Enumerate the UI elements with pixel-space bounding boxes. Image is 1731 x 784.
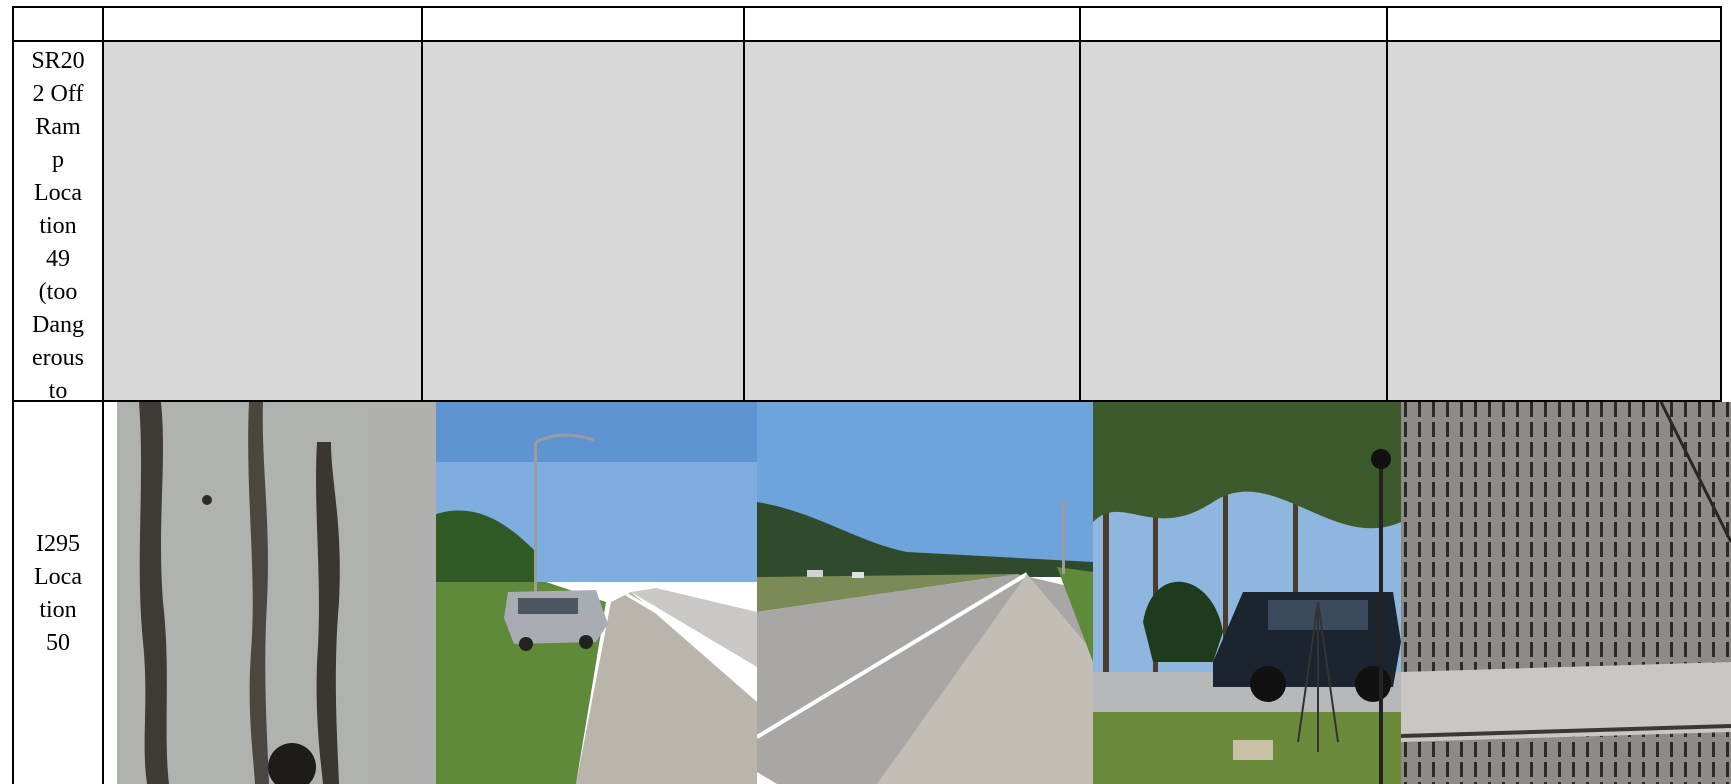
table-border	[12, 6, 1721, 8]
shaded-cell	[104, 42, 421, 400]
pavement-grooves-closeup-photo	[117, 402, 436, 784]
table-border	[743, 6, 745, 402]
shaded-cell	[1081, 42, 1386, 400]
tined-concrete-closeup-photo	[1401, 402, 1731, 784]
shaded-cell	[1388, 42, 1722, 400]
table-border	[421, 6, 423, 402]
roadside-shoulder-car-photo	[436, 402, 757, 784]
highway-lanes-photo	[757, 402, 1093, 784]
table-border	[1386, 6, 1388, 402]
table-border	[12, 6, 14, 784]
table-border	[12, 40, 1721, 42]
table-border	[1079, 6, 1081, 402]
row-label-i295-location-50: I295 Loca tion 50	[34, 531, 82, 656]
table-border	[102, 6, 104, 784]
table-border	[12, 400, 1721, 402]
row-label-sr202-location-49: SR20 2 Off Ram p Loca tion 49 (too Dang …	[31, 48, 85, 404]
microphone-tripod-car-photo	[1093, 402, 1401, 784]
shaded-cell	[423, 42, 743, 400]
shaded-cell	[745, 42, 1079, 400]
table-border	[1720, 6, 1722, 402]
